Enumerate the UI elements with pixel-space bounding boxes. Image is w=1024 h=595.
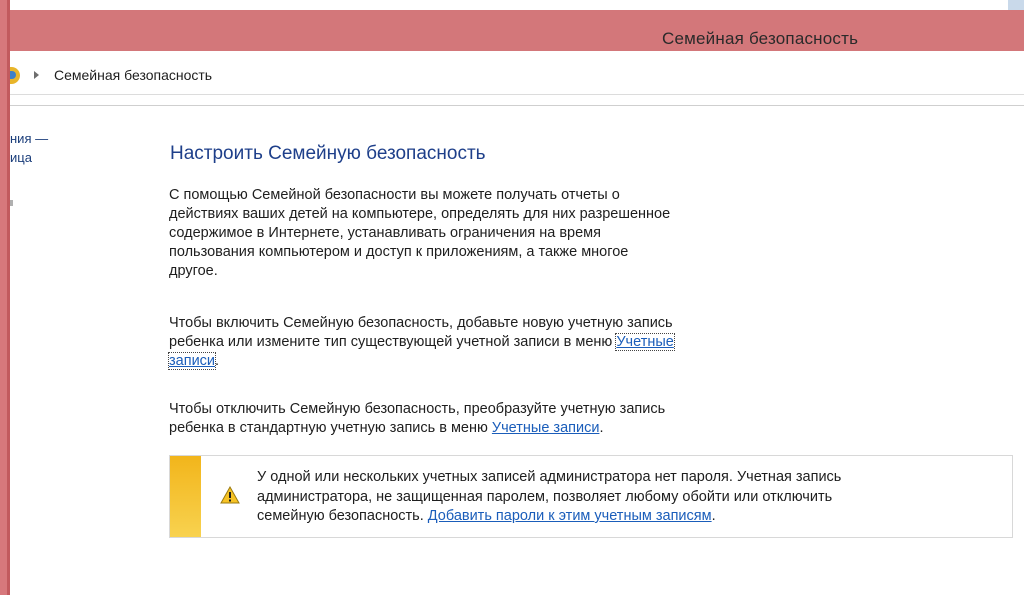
warning-icon <box>220 486 240 504</box>
address-bar-divider <box>10 105 1024 106</box>
user-accounts-link[interactable]: Учетные <box>615 333 675 351</box>
notice-text: У одной или нескольких учетных записей а… <box>257 468 1007 527</box>
disable-line-end: . <box>599 420 604 436</box>
notice-line-1: У одной или нескольких учетных записей а… <box>257 469 842 485</box>
intro-line: пользования компьютером и доступ к прило… <box>169 244 629 260</box>
page-title: Настроить Семейную безопасность <box>170 143 486 164</box>
intro-line: С помощью Семейной безопасности вы может… <box>169 187 620 203</box>
sidebar-link-part-1[interactable]: ния — <box>10 131 48 146</box>
intro-line: содержимое в Интернете, устанавливать ог… <box>169 225 601 241</box>
notice-line-3: семейную безопасность. Добавить пароли к… <box>257 507 1007 527</box>
intro-line: действиях ваших детей на компьютере, опр… <box>169 206 671 222</box>
disable-line-1: Чтобы отключить Семейную безопасность, п… <box>169 401 666 417</box>
enable-line-end: . <box>215 353 220 369</box>
notice-accent-bar <box>170 456 201 537</box>
window-title: Семейная безопасность <box>662 29 859 48</box>
user-accounts-link-continued[interactable]: записи <box>167 352 217 370</box>
enable-line-3: записи. <box>167 352 829 371</box>
intro-line: другое. <box>169 263 218 279</box>
window-top-strip <box>10 0 1024 10</box>
notice-line-2: администратора, не защищенная паролем, п… <box>257 488 833 505</box>
enable-line-2: ребенка или измените тип существующей уч… <box>169 333 829 352</box>
enable-paragraph: Чтобы включить Семейную безопасность, до… <box>167 314 829 371</box>
notice-line-end: . <box>711 508 716 524</box>
breadcrumb-family-safety[interactable]: Семейная безопасность <box>54 67 212 83</box>
user-accounts-link-disable[interactable]: Учетные записи <box>492 420 600 436</box>
intro-paragraph: С помощью Семейной безопасности вы может… <box>169 186 829 281</box>
notice-line-3-text: семейную безопасность. <box>257 508 428 524</box>
chevron-right-icon[interactable] <box>34 71 39 79</box>
sidebar-link-part-2[interactable]: ица <box>10 150 32 165</box>
sidebar-bullet <box>10 200 13 206</box>
warning-notice: У одной или нескольких учетных записей а… <box>169 455 1013 538</box>
disable-line-2-text: ребенка в стандартную учетную запись в м… <box>169 420 492 436</box>
enable-line-1: Чтобы включить Семейную безопасность, до… <box>169 315 673 331</box>
disable-paragraph: Чтобы отключить Семейную безопасность, п… <box>169 400 829 438</box>
enable-line-2-text: ребенка или измените тип существующей уч… <box>169 334 617 350</box>
title-bar[interactable]: Семейная безопасность <box>10 10 1024 51</box>
add-passwords-link[interactable]: Добавить пароли к этим учетным записям <box>428 508 712 524</box>
window-top-corner <box>1008 0 1024 10</box>
disable-line-2: ребенка в стандартную учетную запись в м… <box>169 419 829 438</box>
